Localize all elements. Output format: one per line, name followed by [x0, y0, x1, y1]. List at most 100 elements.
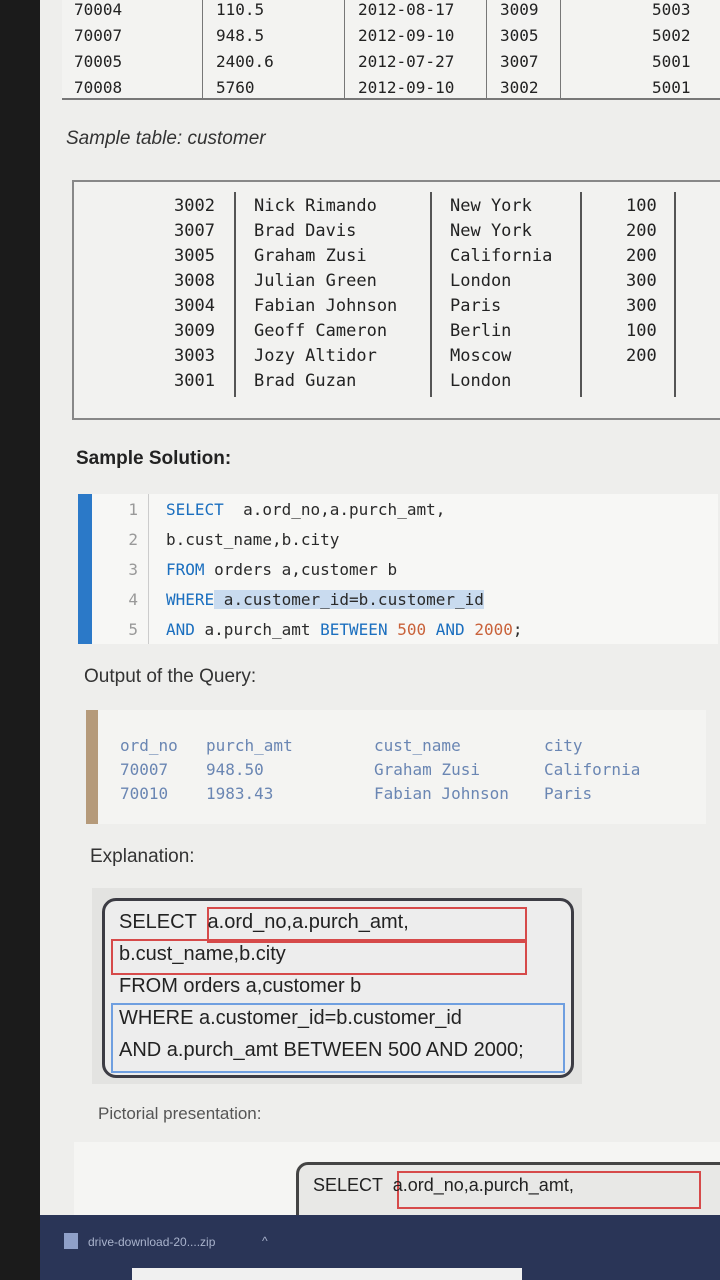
output-cell: California: [544, 760, 641, 779]
table-row: 3007 Brad Davis New York 200: [74, 221, 720, 246]
column-header: city: [544, 736, 583, 755]
customer-id-cell: 3002: [174, 196, 215, 216]
cust-name-cell: Nick Rimando: [254, 196, 377, 216]
pictorial-heading: Pictorial presentation:: [98, 1104, 262, 1123]
line-number: 1: [128, 500, 138, 519]
output-header-row: ord_no purch_amt cust_name city: [86, 736, 706, 760]
city-cell: Berlin: [450, 321, 512, 341]
grade-cell: 100: [626, 196, 657, 216]
query-output-block: ord_no purch_amt cust_name city 70007 94…: [86, 710, 706, 824]
cust-name-cell: Brad Davis: [254, 221, 357, 241]
sql-keyword: WHERE: [166, 590, 215, 609]
sql-keyword: BETWEEN: [320, 620, 388, 639]
output-row: 70010 1983.43 Fabian Johnson Paris: [86, 784, 706, 808]
table-row: 3003 Jozy Altidor Moscow 200: [74, 346, 720, 371]
purch-amt-cell: 5760: [216, 78, 255, 97]
city-cell: Paris: [450, 296, 502, 316]
orders-table-fragment: 70004 110.5 2012-08-17 3009 5003 70007 9…: [62, 0, 720, 100]
code-text: a.ord_no,a.purch_amt,: [223, 500, 446, 519]
customer-id-cell: 3005: [500, 26, 539, 45]
city-cell: New York: [450, 221, 532, 241]
chevron-up-icon[interactable]: ^: [262, 1234, 268, 1248]
customer-id-cell: 3009: [174, 321, 215, 341]
taskbar-strip: [132, 1268, 522, 1280]
ord-no-cell: 70004: [74, 0, 123, 19]
city-cell: Moscow: [450, 346, 512, 366]
explanation-sql-box: SELECT a.ord_no,a.purch_amt, b.cust_name…: [102, 898, 574, 1078]
code-text: ;: [512, 620, 523, 639]
output-cell: 948.50: [206, 760, 264, 779]
customer-id-cell: 3003: [174, 346, 215, 366]
table-row: 3008 Julian Green London 300: [74, 271, 720, 296]
output-cell: Graham Zusi: [374, 760, 480, 779]
column-divider: [560, 0, 561, 98]
city-cell: London: [450, 271, 512, 291]
cust-name-cell: Fabian Johnson: [254, 296, 398, 316]
cust-name-cell: Brad Guzan: [254, 371, 357, 391]
purch-amt-cell: 2400.6: [216, 52, 274, 71]
customer-id-cell: 3008: [174, 271, 215, 291]
line-number: 2: [128, 530, 138, 549]
table-row: 3005 Graham Zusi California 200: [74, 246, 720, 271]
sql-keyword: AND: [166, 620, 195, 639]
output-row: 70007 948.50 Graham Zusi California: [86, 760, 706, 784]
selected-code-text: a.customer_id=b.customer_id: [214, 590, 484, 609]
salesman-id-cell: 5001: [652, 78, 691, 97]
code-text: b.cust_name,b.city: [166, 530, 340, 549]
sql-code-block[interactable]: 1 SELECT a.ord_no,a.purch_amt, 2 b.cust_…: [78, 494, 718, 644]
explanation-line: WHERE a.customer_id=b.customer_id: [119, 1007, 462, 1029]
cust-name-cell: Julian Green: [254, 271, 377, 291]
table-row: 3004 Fabian Johnson Paris 300: [74, 296, 720, 321]
customer-table: 3002 Nick Rimando New York 100 3007 Brad…: [72, 180, 720, 420]
code-line: 4 WHERE a.customer_id=b.customer_id: [78, 590, 718, 620]
ord-no-cell: 70008: [74, 78, 123, 97]
code-line: 2 b.cust_name,b.city: [78, 530, 718, 560]
output-cell: Fabian Johnson: [374, 784, 509, 803]
cust-name-cell: Jozy Altidor: [254, 346, 377, 366]
ord-no-cell: 70007: [74, 26, 123, 45]
table-row: 3002 Nick Rimando New York 100: [74, 196, 720, 221]
sample-solution-heading: Sample Solution:: [76, 448, 232, 469]
output-cell: 1983.43: [206, 784, 274, 803]
table-row: 3001 Brad Guzan London: [74, 371, 720, 396]
pictorial-figure: SELECT a.ord_no,a.purch_amt,: [74, 1142, 720, 1215]
explanation-line: b.cust_name,b.city: [119, 943, 286, 965]
output-cell: 70010: [120, 784, 169, 803]
table-row: 3009 Geoff Cameron Berlin 100: [74, 321, 720, 346]
salesman-id-cell: 5003: [652, 0, 691, 19]
code-text: orders a,customer b: [204, 560, 398, 579]
code-text: a.purch_amt: [194, 620, 321, 639]
sql-number: 500: [397, 620, 427, 639]
customer-id-cell: 3007: [174, 221, 215, 241]
explanation-figure: SELECT a.ord_no,a.purch_amt, b.cust_name…: [92, 888, 582, 1084]
download-item-name[interactable]: drive-download-20....zip: [88, 1235, 215, 1249]
ord-date-cell: 2012-08-17: [358, 0, 455, 19]
salesman-id-cell: 5001: [652, 52, 691, 71]
grade-cell: 300: [626, 296, 657, 316]
line-number: 4: [128, 590, 138, 609]
customer-id-cell: 3002: [500, 78, 539, 97]
grade-cell: 200: [626, 221, 657, 241]
ord-date-cell: 2012-09-10: [358, 78, 455, 97]
explanation-line: FROM orders a,customer b: [119, 975, 362, 997]
column-divider: [344, 0, 345, 98]
grade-cell: 200: [626, 346, 657, 366]
column-header: ord_no: [120, 736, 178, 755]
code-line: 5 AND a.purch_amt BETWEEN 500 AND 2000;: [78, 620, 718, 650]
sql-number: 2000: [474, 620, 513, 639]
city-cell: New York: [450, 196, 532, 216]
zip-file-icon[interactable]: [64, 1233, 78, 1249]
output-cell: 70007: [120, 760, 169, 779]
cust-name-cell: Geoff Cameron: [254, 321, 388, 341]
code-line: 1 SELECT a.ord_no,a.purch_amt,: [78, 500, 718, 530]
grade-cell: 200: [626, 246, 657, 266]
purch-amt-cell: 948.5: [216, 26, 265, 45]
purch-amt-cell: 110.5: [216, 0, 265, 19]
city-cell: London: [450, 371, 512, 391]
output-cell: Paris: [544, 784, 593, 803]
column-divider: [486, 0, 487, 98]
sql-keyword: FROM: [166, 560, 205, 579]
explanation-line: AND a.purch_amt BETWEEN 500 AND 2000;: [119, 1039, 524, 1061]
output-heading: Output of the Query:: [84, 666, 257, 687]
ord-date-cell: 2012-07-27: [358, 52, 455, 71]
